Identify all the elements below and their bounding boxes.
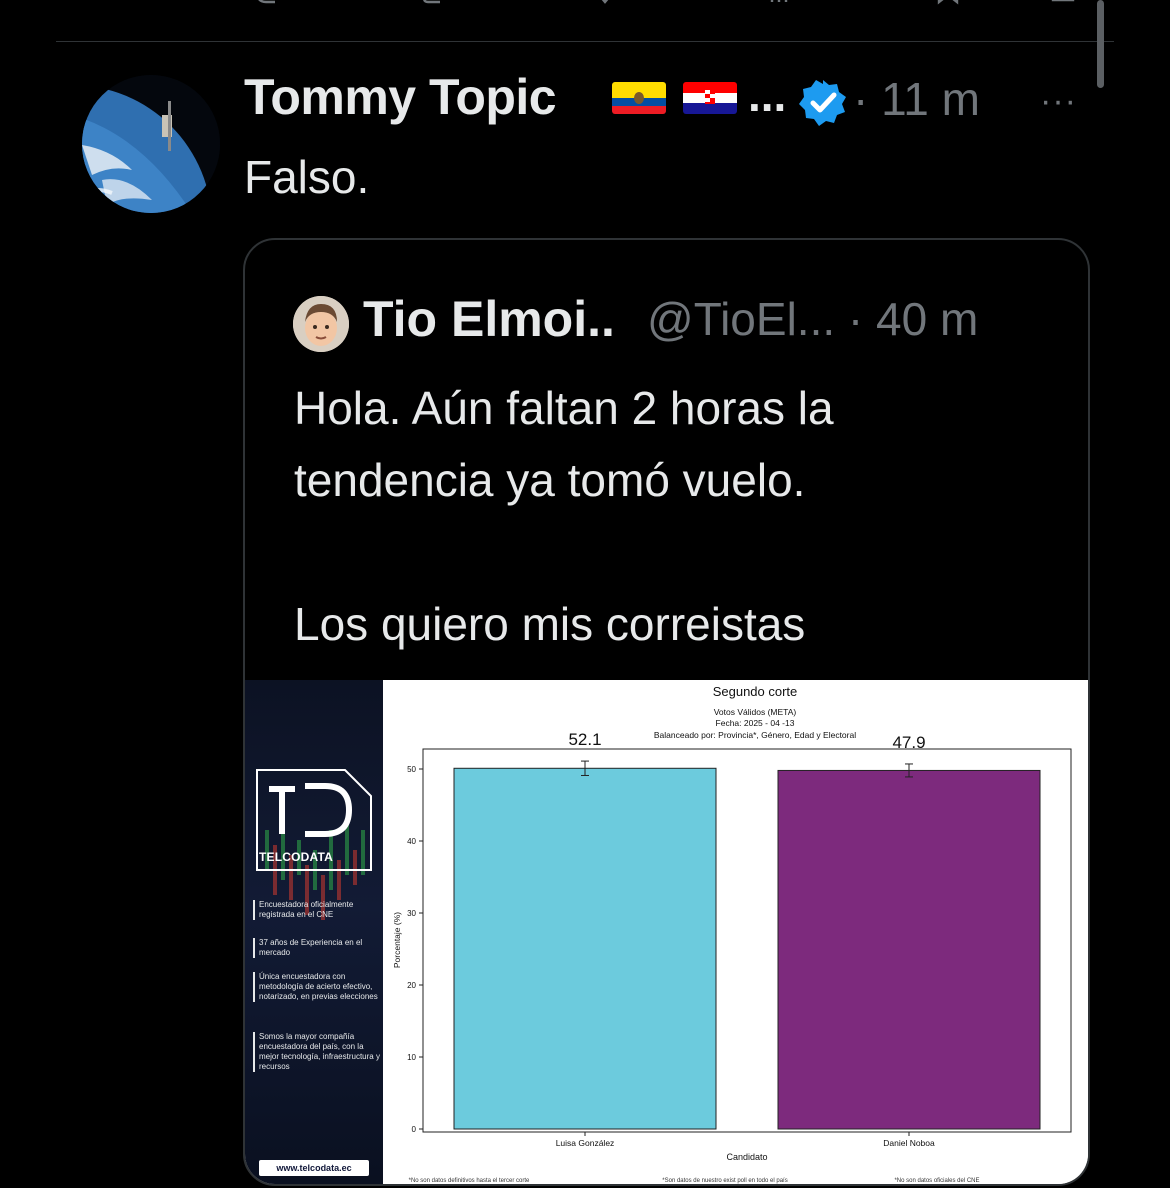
verified-badge-icon	[799, 80, 846, 126]
brand-name: TELCODATA	[259, 850, 334, 864]
y-tick-label: 30	[407, 909, 416, 918]
bar-chart: Segundo corte Votos Válidos (META) Fecha…	[383, 680, 1088, 1184]
chart-subtitle: Fecha: 2025 - 04 -13	[716, 718, 795, 728]
feature-text: Encuestadora oficialmente registrada en …	[253, 900, 383, 920]
x-tick-label: Daniel Noboa	[883, 1138, 935, 1148]
retweet-icon[interactable]	[420, 0, 446, 6]
telcodata-sidebar: TELCODATA Encuestadora oficialmente regi…	[245, 680, 383, 1184]
tweet-text: Falso.	[244, 151, 370, 203]
feature-text: Única encuestadora con metodología de ac…	[253, 972, 383, 1002]
tweet-time[interactable]: · 11 m	[853, 72, 980, 126]
quoted-tweet[interactable]: Tio Elmoi.. @TioEl... · 40 m Hola. Aún f…	[243, 238, 1090, 1186]
avatar[interactable]	[82, 75, 220, 213]
feature-text: 37 años de Experiencia en el mercado	[253, 938, 383, 958]
quote-author-name[interactable]: Tio Elmoi..	[363, 290, 615, 348]
bar	[453, 767, 717, 1130]
y-tick-label: 0	[412, 1125, 417, 1134]
more-icon[interactable]: ···	[1040, 82, 1077, 121]
quote-text-line	[294, 516, 834, 588]
data-label: 52.1	[568, 730, 601, 749]
quote-text-line: Hola. Aún faltan 2 horas la	[294, 382, 834, 434]
y-tick-label: 20	[407, 981, 416, 990]
chart-subtitle: Balanceado por: Provincia*, Género, Edad…	[654, 730, 856, 740]
scrollbar[interactable]	[1097, 0, 1104, 88]
y-tick-label: 10	[407, 1053, 416, 1062]
y-axis-label: Porcentaje (%)	[392, 912, 402, 968]
x-tick-label: Luisa González	[556, 1138, 615, 1148]
bar	[777, 769, 1041, 1130]
views-icon[interactable]	[766, 0, 792, 6]
chart-title: Segundo corte	[713, 684, 798, 699]
quote-media-image[interactable]: TELCODATA Encuestadora oficialmente regi…	[245, 680, 1088, 1184]
quote-handle-time[interactable]: @TioEl... · 40 m	[647, 292, 978, 346]
feature-text: Somos la mayor compañía encuestadora del…	[253, 1032, 383, 1072]
quote-avatar[interactable]	[293, 296, 349, 352]
share-icon[interactable]	[1050, 0, 1076, 6]
footnote: *No son datos oficiales del CNE	[894, 1178, 979, 1184]
footnote: *Son datos de nuestro exist poll en todo…	[662, 1178, 787, 1184]
y-tick-label: 50	[407, 765, 416, 774]
croatia-flag-icon	[683, 82, 737, 114]
chart-subtitle: Votos Válidos (META)	[714, 707, 797, 717]
bookmark-icon[interactable]	[935, 0, 961, 6]
divider	[56, 41, 1114, 42]
quote-text-line: tendencia ya tomó vuelo.	[294, 454, 806, 506]
tweet-action-bar	[0, 0, 1170, 40]
quote-text-line: Los quiero mis correistas	[294, 598, 806, 650]
quote-text: Hola. Aún faltan 2 horas la tendencia ya…	[294, 372, 834, 660]
y-tick-label: 40	[407, 837, 416, 846]
data-label: 47.9	[892, 733, 925, 752]
ecuador-flag-icon	[612, 82, 666, 114]
reply-icon[interactable]	[253, 0, 279, 6]
author-name[interactable]: Tommy Topic	[244, 68, 557, 126]
bar-chart-svg: Segundo corte Votos Válidos (META) Fecha…	[383, 680, 1088, 1184]
x-axis-label: Candidato	[726, 1152, 767, 1162]
footnote: *No son datos definitivos hasta el terce…	[409, 1178, 530, 1184]
website-link[interactable]: www.telcodata.ec	[259, 1160, 369, 1176]
name-ellipsis: ...	[748, 69, 787, 121]
like-icon[interactable]	[592, 0, 618, 6]
market-chart-background	[265, 820, 365, 920]
